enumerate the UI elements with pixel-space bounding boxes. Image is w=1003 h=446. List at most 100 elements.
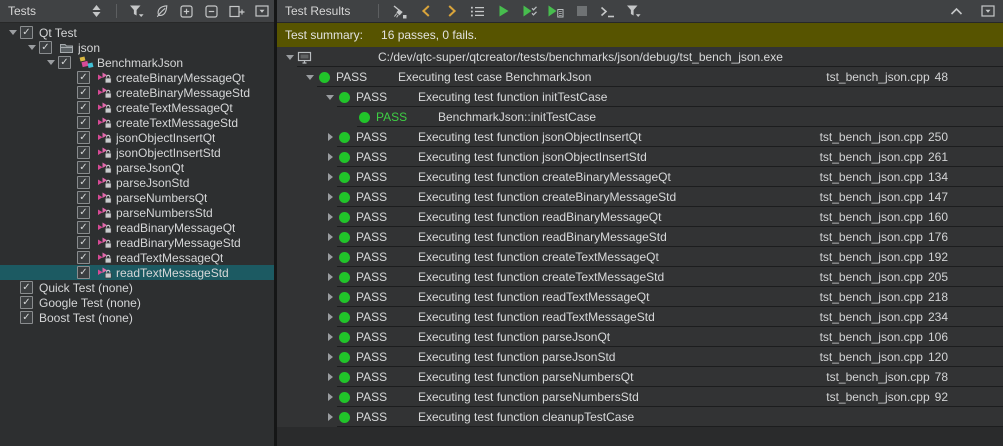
clean-icon[interactable]	[391, 3, 408, 20]
result-row[interactable]: PASSExecuting test function cleanupTestC…	[277, 407, 1003, 427]
checkbox-checked[interactable]: ✓	[77, 266, 90, 279]
expander-right-icon[interactable]	[323, 173, 337, 181]
checkbox-checked[interactable]: ✓	[77, 251, 90, 264]
checkbox-checked[interactable]: ✓	[77, 101, 90, 114]
expander-right-icon[interactable]	[323, 133, 337, 141]
expander-right-icon[interactable]	[323, 233, 337, 241]
file-name[interactable]: tst_bench_json.cpp	[820, 350, 923, 364]
tree-item-parseJsonStd[interactable]: ✓parseJsonStd	[0, 175, 274, 190]
file-name[interactable]: tst_bench_json.cpp	[820, 170, 923, 184]
dock-icon[interactable]	[979, 3, 996, 20]
result-row[interactable]: PASSExecuting test function readTextMess…	[277, 307, 1003, 327]
checkbox-checked[interactable]: ✓	[77, 206, 90, 219]
line-number[interactable]: 78	[935, 370, 948, 384]
stop-icon[interactable]	[573, 3, 590, 20]
file-link[interactable]: tst_bench_json.cpp 106	[820, 330, 1003, 344]
file-link[interactable]: tst_bench_json.cpp 205	[820, 270, 1003, 284]
filter-icon[interactable]	[625, 3, 642, 20]
line-number[interactable]: 106	[928, 330, 948, 344]
result-row[interactable]: PASSExecuting test function readBinaryMe…	[277, 207, 1003, 227]
split-icon[interactable]	[228, 3, 245, 20]
expander-right-icon[interactable]	[323, 413, 337, 421]
result-row[interactable]: PASSExecuting test function readBinaryMe…	[277, 227, 1003, 247]
tree-item-Google-Test-none-[interactable]: ✓Google Test (none)	[0, 295, 274, 310]
line-number[interactable]: 147	[928, 190, 948, 204]
expander-down-icon[interactable]	[6, 30, 20, 35]
expand-all-icon[interactable]	[178, 3, 195, 20]
checkbox-checked[interactable]: ✓	[77, 221, 90, 234]
run-all-icon[interactable]	[495, 3, 512, 20]
tree-item-json[interactable]: ✓json	[0, 40, 274, 55]
file-name[interactable]: tst_bench_json.cpp	[820, 250, 923, 264]
result-row[interactable]: PASSExecuting test function parseNumbers…	[277, 367, 1003, 387]
tree-item-readBinaryMessageQt[interactable]: ✓readBinaryMessageQt	[0, 220, 274, 235]
tree-item-readTextMessageQt[interactable]: ✓readTextMessageQt	[0, 250, 274, 265]
checkbox-checked[interactable]: ✓	[20, 311, 33, 324]
expander-down-icon[interactable]	[283, 55, 297, 60]
line-number[interactable]: 250	[928, 130, 948, 144]
line-number[interactable]: 160	[928, 210, 948, 224]
result-row[interactable]: PASSExecuting test function createTextMe…	[277, 267, 1003, 287]
expander-down-icon[interactable]	[323, 95, 337, 100]
expander-right-icon[interactable]	[323, 333, 337, 341]
tree-item-createBinaryMessageStd[interactable]: ✓createBinaryMessageStd	[0, 85, 274, 100]
file-name[interactable]: tst_bench_json.cpp	[820, 290, 923, 304]
file-name[interactable]: tst_bench_json.cpp	[820, 130, 923, 144]
console-icon[interactable]	[599, 3, 616, 20]
sort-icon[interactable]	[88, 3, 105, 20]
file-name[interactable]: tst_bench_json.cpp	[820, 150, 923, 164]
expander-down-icon[interactable]	[303, 75, 317, 80]
line-number[interactable]: 134	[928, 170, 948, 184]
tree-item-createTextMessageStd[interactable]: ✓createTextMessageStd	[0, 115, 274, 130]
checkbox-checked[interactable]: ✓	[77, 71, 90, 84]
expander-right-icon[interactable]	[323, 293, 337, 301]
expander-right-icon[interactable]	[323, 353, 337, 361]
file-name[interactable]: tst_bench_json.cpp	[826, 370, 929, 384]
expander-right-icon[interactable]	[323, 273, 337, 281]
filter-icon[interactable]	[128, 3, 145, 20]
file-name[interactable]: tst_bench_json.cpp	[820, 330, 923, 344]
file-name[interactable]: tst_bench_json.cpp	[820, 210, 923, 224]
checkbox-checked[interactable]: ✓	[77, 146, 90, 159]
expander-right-icon[interactable]	[323, 373, 337, 381]
result-row[interactable]: PASSBenchmarkJson::initTestCase	[277, 107, 1003, 127]
line-number[interactable]: 205	[928, 270, 948, 284]
tree-item-Quick-Test-none-[interactable]: ✓Quick Test (none)	[0, 280, 274, 295]
checkbox-checked[interactable]: ✓	[58, 56, 71, 69]
run-selected-icon[interactable]	[521, 3, 538, 20]
checkbox-checked[interactable]: ✓	[77, 131, 90, 144]
expander-right-icon[interactable]	[323, 193, 337, 201]
tree-item-readBinaryMessageStd[interactable]: ✓readBinaryMessageStd	[0, 235, 274, 250]
line-number[interactable]: 261	[928, 150, 948, 164]
result-row[interactable]: PASSExecuting test function jsonObjectIn…	[277, 147, 1003, 167]
file-link[interactable]: tst_bench_json.cpp176	[820, 230, 1003, 244]
file-link[interactable]: tst_bench_json.cpp 48	[826, 70, 1003, 84]
tree-item-Boost-Test-none-[interactable]: ✓Boost Test (none)	[0, 310, 274, 325]
result-row[interactable]: PASSExecuting test function createTextMe…	[277, 247, 1003, 267]
line-number[interactable]: 234	[928, 310, 948, 324]
checkbox-checked[interactable]: ✓	[77, 161, 90, 174]
expander-right-icon[interactable]	[323, 253, 337, 261]
line-number[interactable]: 48	[935, 70, 948, 84]
tree-item-Qt-Test[interactable]: ✓Qt Test	[0, 25, 274, 40]
checkbox-checked[interactable]: ✓	[77, 176, 90, 189]
checkbox-checked[interactable]: ✓	[77, 236, 90, 249]
checkbox-checked[interactable]: ✓	[39, 41, 52, 54]
tree-item-jsonObjectInsertStd[interactable]: ✓jsonObjectInsertStd	[0, 145, 274, 160]
result-row[interactable]: PASSExecuting test function parseJsonStd…	[277, 347, 1003, 367]
file-link[interactable]: tst_bench_json.cpp92	[826, 390, 1003, 404]
file-link[interactable]: tst_bench_json.cpp 78	[826, 370, 1003, 384]
file-link[interactable]: tst_bench_json.cpp147	[820, 190, 1003, 204]
line-number[interactable]: 192	[928, 250, 948, 264]
result-row[interactable]: PASSExecuting test function initTestCase	[277, 87, 1003, 107]
tree-item-parseNumbersStd[interactable]: ✓parseNumbersStd	[0, 205, 274, 220]
result-row[interactable]: PASSExecuting test function parseJsonQtt…	[277, 327, 1003, 347]
result-row[interactable]: C:/dev/qtc-super/qtcreator/tests/benchma…	[277, 47, 1003, 67]
checkbox-checked[interactable]: ✓	[20, 26, 33, 39]
expander-right-icon[interactable]	[323, 153, 337, 161]
collapse-all-icon[interactable]	[203, 3, 220, 20]
file-name[interactable]: tst_bench_json.cpp	[820, 270, 923, 284]
tree-item-jsonObjectInsertQt[interactable]: ✓jsonObjectInsertQt	[0, 130, 274, 145]
tree-item-createBinaryMessageQt[interactable]: ✓createBinaryMessageQt	[0, 70, 274, 85]
file-name[interactable]: tst_bench_json.cpp	[826, 70, 929, 84]
